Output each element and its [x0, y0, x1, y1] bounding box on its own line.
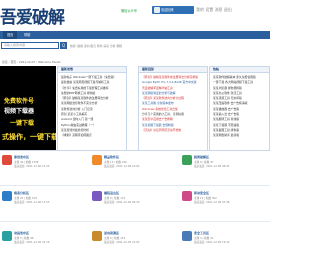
forum-name[interactable]: 编程语言区	[104, 191, 119, 195]
panel-hot-list: 某某软件破解版本 永久免费使用版 一键下载 各大网站视频下载工具 某某浏览器 绿…	[210, 73, 269, 141]
forum-name[interactable]: 移动安全区	[194, 191, 209, 195]
site-header: 吾爱破解 微信公众号 欢迎回来 我的 设置 消息 退出	[0, 0, 270, 31]
promo-line-1: 免费软件号	[4, 98, 35, 105]
user-link-my[interactable]: 我的	[196, 7, 204, 12]
promo-line-4: 式操作，一键下载	[2, 133, 56, 141]
forum-name[interactable]: 原创发布区	[14, 155, 29, 159]
nav-item-home[interactable]: 首页	[3, 31, 18, 39]
forum-icon	[182, 155, 192, 165]
forum-entry[interactable]: 逆向资源区 主题 9 | 帖数 153 最后发表: 2021-12-05 21:…	[92, 229, 172, 255]
list-item[interactable]: 【活动】论坛周年庆活动开始啦	[142, 128, 204, 133]
list-item[interactable]: 某某网盘助手 最新版	[213, 133, 266, 138]
divider	[0, 185, 270, 186]
site-logo[interactable]: 吾爱破解	[0, 3, 65, 28]
forum-last-post: 最后发表: 2021-12-06 07:48	[194, 201, 230, 204]
panel-hot: 热帖 某某软件破解版本 永久免费使用版 一键下载 各大网站视频下载工具 某某浏览…	[209, 66, 270, 162]
nav-item-help[interactable]: 帮助	[20, 31, 34, 39]
user-links: 我的 设置 消息 退出	[196, 7, 232, 13]
divider	[0, 221, 270, 222]
forum-entry[interactable]: 精品软件区 主题 13 | 帖数 246 最后发表: 2021-12-06 10…	[92, 153, 172, 179]
user-label: 欢迎回来	[161, 8, 174, 12]
panel-latest-list: 最新帖子 Windows一键下载工具（免费版） 最新发帖 某某网页视频下载与解析…	[58, 73, 126, 141]
forum-list: 原创发布区 主题 46 | 帖数 1358 最后发表: 2021-12-06 1…	[0, 150, 270, 265]
forum-entry[interactable]: 原创发布区 主题 46 | 帖数 1358 最后发表: 2021-12-06 1…	[2, 153, 82, 179]
forum-icon	[2, 231, 12, 241]
forum-icon	[182, 231, 192, 241]
forum-name[interactable]: 精品软件区	[104, 155, 119, 159]
search-input[interactable]: 请输入搜索内容	[1, 42, 59, 49]
panel-latest: 最新发表 最新帖子 Windows一键下载工具（免费版） 最新发帖 某某网页视频…	[57, 66, 127, 162]
search-bar: 请输入搜索内容 Q 热搜: 破解 逆向 脱壳 软件 病毒 分析 教程	[0, 40, 270, 51]
forum-icon	[2, 191, 12, 201]
forum-last-post: 最后发表: 2021-12-05 22:16	[14, 241, 50, 244]
forum-entry[interactable]: 移动安全区 主题 12 | 帖数 302 最后发表: 2021-12-06 07…	[182, 189, 262, 215]
list-item[interactable]: Google Earth Pro 7.3.4.8248 官方中文版	[142, 80, 204, 85]
forum-icon	[2, 155, 12, 165]
wechat-link[interactable]: 微信公众号	[121, 8, 137, 13]
user-link-messages[interactable]: 消息	[215, 7, 223, 12]
forum-name[interactable]: 逆向资源区	[104, 231, 119, 235]
forum-name[interactable]: 病毒分析区	[14, 191, 29, 195]
avatar	[154, 7, 160, 13]
promo-line-2: 视频下载器	[4, 108, 35, 115]
forum-icon	[92, 155, 102, 165]
forum-last-post: 最后发表: 2021-12-06 12:20	[14, 165, 50, 168]
hot-search-terms[interactable]: 热搜: 破解 逆向 脱壳 软件 病毒 分析 教程	[70, 44, 122, 48]
forum-icon	[182, 191, 192, 201]
forum-name[interactable]: 脱壳破解区	[194, 155, 209, 159]
forum-entry[interactable]: 病毒分析区 主题 20 | 帖数 519 最后发表: 2021-12-06 11…	[2, 189, 82, 215]
user-box[interactable]: 欢迎回来	[152, 6, 194, 14]
forum-last-post: 最后发表: 2021-12-06 09:30	[104, 201, 140, 204]
list-item[interactable]: 【求助】某程序如何脱壳	[61, 133, 123, 138]
forum-entry[interactable]: 编程语言区 主题 8 | 帖数 174 最后发表: 2021-12-06 09:…	[92, 189, 172, 215]
forum-name[interactable]: 安全工具区	[194, 231, 209, 235]
forum-last-post: 最后发表: 2021-12-05 19:20	[194, 241, 230, 244]
promo-banner[interactable]: 免费软件号 视频下载器 一键下载 式操作，一键下载 ● ○ ○	[0, 66, 56, 162]
forum-entry[interactable]: 安全工具区 主题 3 | 帖数 41 最后发表: 2021-12-05 19:2…	[182, 229, 262, 255]
user-link-logout[interactable]: 退出	[224, 7, 232, 12]
forum-icon	[92, 231, 102, 241]
forum-entry[interactable]: 脱壳破解区 主题 6 | 帖数 97 最后发表: 2021-12-06 08:4…	[182, 153, 262, 179]
forum-name[interactable]: 动画发布区	[14, 231, 29, 235]
breadcrumb: 论坛 › 首页 › 2021-12-07 › Welcome Hands	[2, 60, 61, 64]
panel-reply-list: 【原创】破解某某软件的注册算法分析完整版 Google Earth Pro 7.…	[139, 73, 207, 135]
panel-reply: 最新回复 【原创】破解某某软件的注册算法分析完整版 Google Earth P…	[138, 66, 208, 162]
user-link-settings[interactable]: 设置	[205, 7, 213, 12]
main-nav: 首页 帮助	[0, 31, 270, 39]
forum-last-post: 最后发表: 2021-12-05 21:03	[104, 241, 140, 244]
promo-line-3: 一键下载	[10, 120, 35, 127]
forum-last-post: 最后发表: 2021-12-06 11:55	[14, 201, 50, 204]
forum-last-post: 最后发表: 2021-12-06 10:02	[104, 165, 140, 168]
forum-last-post: 最后发表: 2021-12-06 08:41	[194, 165, 230, 168]
search-button[interactable]: Q	[60, 42, 67, 49]
forum-entry[interactable]: 动画发布区 主题 5 | 帖数 88 最后发表: 2021-12-05 22:1…	[2, 229, 82, 255]
forum-icon	[92, 191, 102, 201]
